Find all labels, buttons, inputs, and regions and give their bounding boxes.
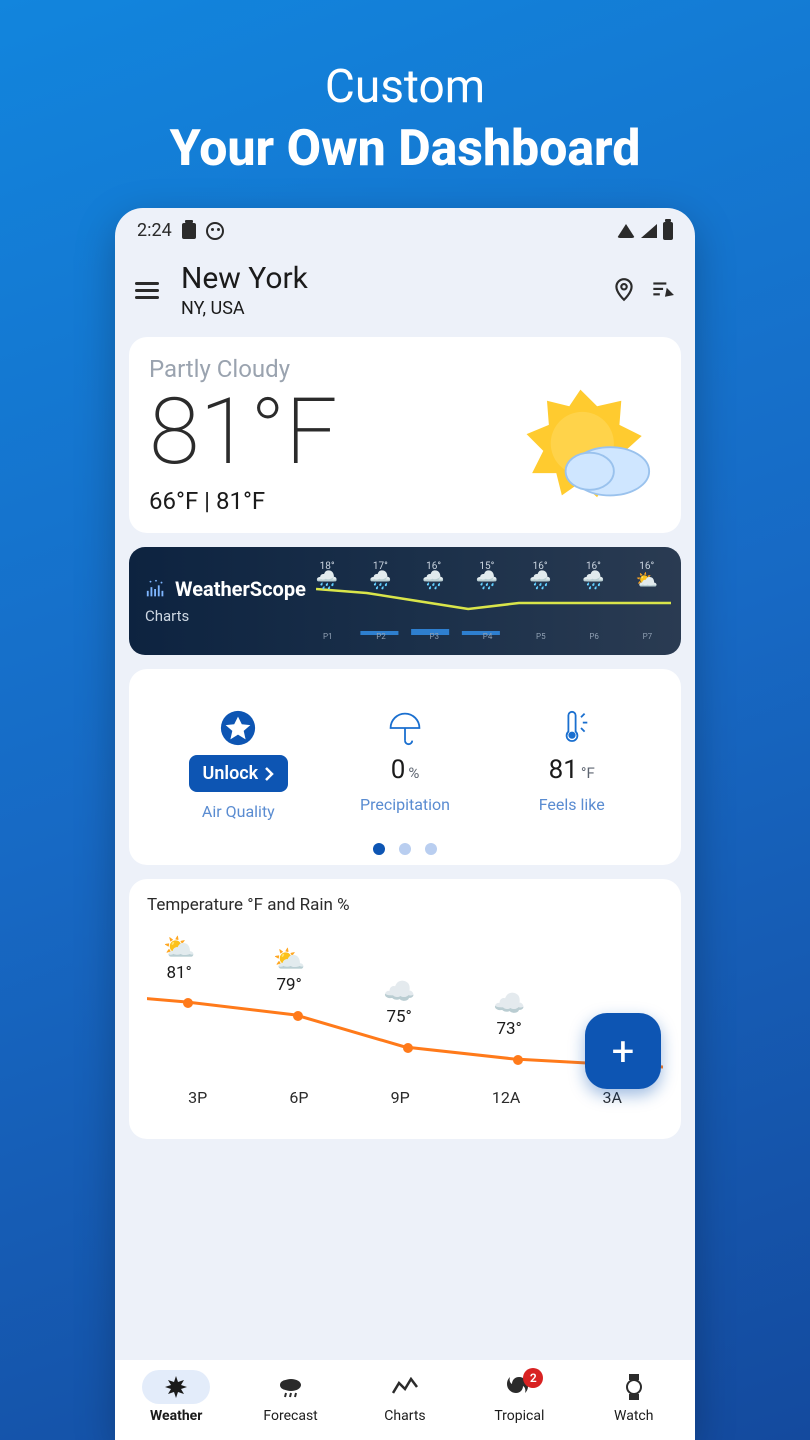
nav-weather[interactable]: Weather — [142, 1370, 210, 1424]
hourly-point-2: ☁️ 75° — [383, 977, 415, 1027]
location-region: NY, USA — [181, 298, 599, 319]
partly-cloudy-icon — [511, 384, 661, 514]
app-header: New York NY, USA — [115, 245, 695, 337]
dot-1[interactable] — [399, 843, 411, 855]
nav-label: Charts — [384, 1408, 425, 1424]
nav-forecast[interactable]: Forecast — [257, 1370, 325, 1424]
battery-icon — [663, 222, 673, 240]
banner-mini-chart: 18°🌧️ 17°🌧️ 16°🌧️ 15°🌧️ 16°🌧️ 16°🌧️ 16°⛅… — [316, 561, 671, 641]
status-right — [617, 222, 673, 240]
nav-label: Forecast — [263, 1408, 317, 1424]
chart-bars-icon — [145, 578, 167, 600]
promo-line2: Your Own Dashboard — [170, 120, 641, 178]
hourly-point-0: ⛅ 81° — [163, 933, 195, 983]
dot-2[interactable] — [425, 843, 437, 855]
hourly-chart-card[interactable]: Temperature °F and Rain % ⛅ 81° ⛅ 79° ☁️… — [129, 879, 681, 1139]
add-fab-button[interactable]: + — [585, 1013, 661, 1089]
partly-sunny-icon: ⛅ — [163, 933, 195, 963]
night-cloudy-icon: ☁️ — [493, 989, 525, 1019]
chevron-right-icon — [264, 767, 274, 781]
line-chart-icon — [392, 1377, 418, 1397]
current-temperature: 81°F — [149, 387, 338, 479]
plus-icon: + — [612, 1028, 635, 1075]
hour-axis: 3P 6P 9P 12A 3A — [147, 1082, 663, 1107]
nav-watch[interactable]: Watch — [600, 1370, 668, 1424]
face-icon — [206, 222, 224, 240]
banner-subtitle: Charts — [145, 607, 306, 625]
wifi-icon — [617, 224, 635, 238]
watch-icon — [624, 1374, 644, 1400]
nav-charts[interactable]: Charts — [371, 1370, 439, 1424]
menu-button[interactable] — [135, 282, 159, 299]
metric-feels-like[interactable]: 81°F Feels like — [488, 709, 655, 821]
status-bar: 2:24 — [115, 208, 695, 245]
location-block[interactable]: New York NY, USA — [181, 261, 599, 319]
phone-frame: 2:24 New York NY, USA Partly Cloudy — [115, 208, 695, 1440]
hourly-point-3: ☁️ 73° — [493, 989, 525, 1039]
unlock-button[interactable]: Unlock — [189, 755, 289, 792]
hourly-title: Temperature °F and Rain % — [147, 895, 663, 915]
signal-icon — [641, 224, 657, 238]
edit-list-icon[interactable] — [649, 277, 675, 303]
nav-label: Tropical — [494, 1408, 544, 1424]
temperature-range: 66°F | 81°F — [149, 487, 338, 515]
promo-heading: Custom Your Own Dashboard — [170, 0, 641, 198]
thermometer-icon — [554, 709, 590, 747]
weatherscope-banner[interactable]: WeatherScope Charts 18°🌧️ 17°🌧️ 16°🌧️ 15… — [129, 547, 681, 655]
sun-burst-icon — [164, 1375, 188, 1399]
rain-cloud-icon — [278, 1375, 304, 1399]
location-pin-icon[interactable] — [611, 277, 637, 303]
metric-precipitation[interactable]: 0% Precipitation — [322, 709, 489, 821]
night-cloudy-icon: ☁️ — [383, 977, 415, 1007]
star-badge-icon — [219, 709, 257, 747]
umbrella-icon — [387, 709, 423, 747]
metric-air-quality[interactable]: Unlock Air Quality — [155, 709, 322, 821]
air-quality-label: Air Quality — [202, 802, 275, 821]
sd-card-icon — [182, 223, 196, 239]
hourly-point-1: ⛅ 79° — [273, 945, 305, 995]
bottom-nav: Weather Forecast Charts 2 Tropical Wat — [115, 1360, 695, 1440]
precipitation-label: Precipitation — [360, 795, 450, 814]
precipitation-value: 0% — [391, 755, 420, 785]
nav-label: Weather — [150, 1408, 202, 1424]
hourly-chart: ⛅ 81° ⛅ 79° ☁️ 75° ☁️ 73° 3P 6P 9P 12A 3… — [147, 927, 663, 1107]
feels-like-value: 81°F — [549, 755, 595, 785]
promo-line1: Custom — [170, 60, 641, 114]
dot-0[interactable] — [373, 843, 385, 855]
partly-sunny-icon: ⛅ — [273, 945, 305, 975]
metrics-card: Unlock Air Quality 0% Precipitation — [129, 669, 681, 865]
feels-like-label: Feels like — [539, 795, 605, 814]
page-dots[interactable] — [149, 831, 661, 861]
banner-title: WeatherScope — [175, 577, 306, 601]
status-time: 2:24 — [137, 220, 172, 241]
nav-label: Watch — [614, 1408, 653, 1424]
location-city: New York — [181, 261, 599, 296]
nav-tropical[interactable]: 2 Tropical — [485, 1370, 553, 1424]
status-left: 2:24 — [137, 220, 224, 241]
current-conditions-card[interactable]: Partly Cloudy 81°F 66°F | 81°F — [129, 337, 681, 533]
